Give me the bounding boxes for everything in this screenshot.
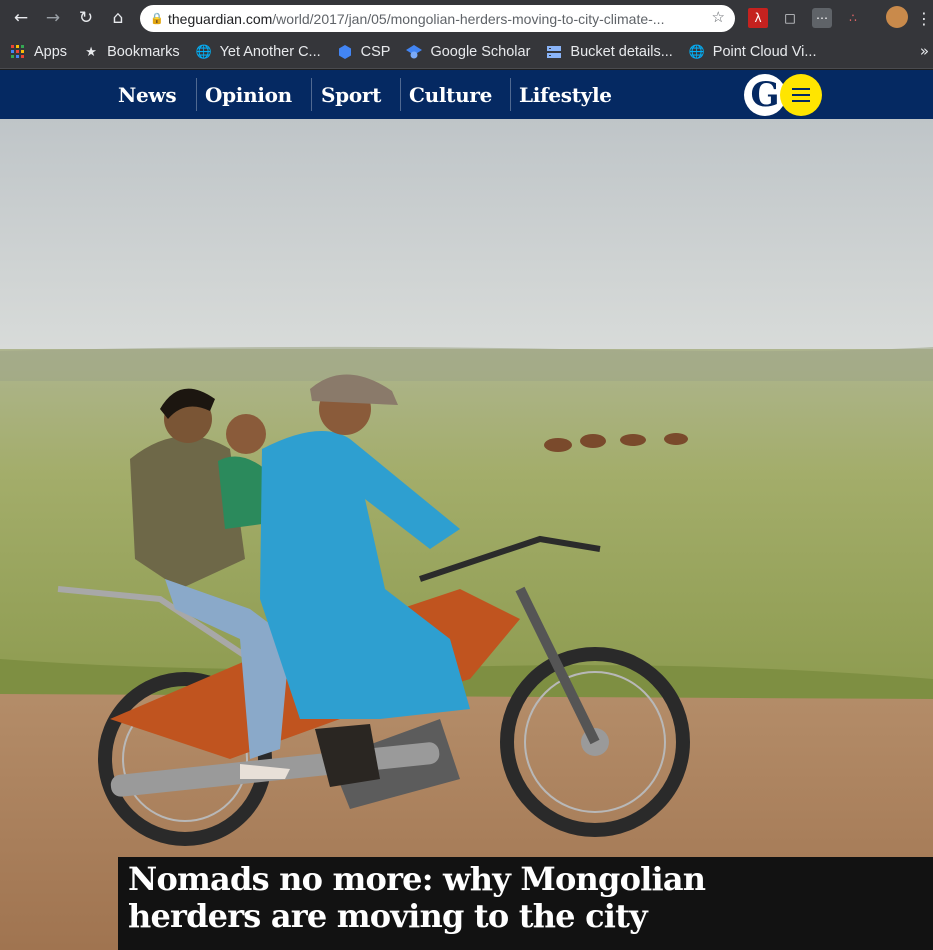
- nav-culture[interactable]: Culture: [409, 70, 492, 119]
- headline-box: Nomads no more: why Mongolian herders ar…: [118, 857, 933, 950]
- nav-sport[interactable]: Sport: [321, 70, 381, 119]
- hero-photo: [0, 119, 933, 950]
- globe-icon: 🌐: [195, 44, 212, 59]
- home-icon[interactable]: ⌂: [103, 3, 133, 33]
- nav-divider: [196, 78, 197, 111]
- reload-icon[interactable]: ↻: [71, 3, 101, 33]
- nav-lifestyle[interactable]: Lifestyle: [519, 70, 612, 119]
- bookmark-bucket-details[interactable]: Bucket details...: [546, 44, 673, 60]
- profile-avatar[interactable]: [886, 6, 908, 28]
- bookmark-label: Point Cloud Vi...: [712, 44, 817, 60]
- dots-extension-icon[interactable]: ⋯: [812, 8, 832, 28]
- browser-menu-icon[interactable]: ⋮: [914, 8, 933, 28]
- bookmark-point-cloud[interactable]: 🌐 Point Cloud Vi...: [689, 44, 817, 60]
- bookmark-label: Bucket details...: [570, 44, 673, 60]
- storage-icon: [546, 44, 562, 60]
- bookmark-label: Bookmarks: [107, 44, 180, 60]
- forward-arrow-icon[interactable]: →: [38, 3, 68, 33]
- chat-extension-icon[interactable]: □: [780, 8, 800, 28]
- browser-toolbar: ← → ↻ ⌂ 🔒 theguardian.com/world/2017/jan…: [0, 0, 933, 36]
- article-headline: Nomads no more: why Mongolian herders ar…: [128, 860, 706, 935]
- asana-extension-icon[interactable]: ∴: [843, 8, 863, 28]
- bookmarks-bar: Apps ★ Bookmarks 🌐 Yet Another C... CSP …: [0, 36, 933, 69]
- back-arrow-icon[interactable]: ←: [6, 3, 36, 33]
- nav-divider: [400, 78, 401, 111]
- bookmarks-overflow-icon[interactable]: »: [920, 42, 929, 60]
- bookmark-bookmarks[interactable]: ★ Bookmarks: [83, 44, 180, 60]
- hexagon-icon: [337, 44, 353, 60]
- url-text: theguardian.com/world/2017/jan/05/mongol…: [168, 10, 665, 27]
- hamburger-menu-icon[interactable]: [780, 74, 822, 116]
- nav-opinion[interactable]: Opinion: [205, 70, 292, 119]
- nav-divider: [510, 78, 511, 111]
- nav-news[interactable]: News: [118, 70, 177, 119]
- nav-divider: [311, 78, 312, 111]
- globe-icon: 🌐: [688, 44, 705, 59]
- scholar-cap-icon: [406, 44, 423, 60]
- bookmark-star-icon[interactable]: ☆: [712, 8, 725, 26]
- bookmark-label: CSP: [360, 44, 391, 60]
- address-bar[interactable]: 🔒 theguardian.com/world/2017/jan/05/mong…: [140, 5, 735, 32]
- star-icon: ★: [85, 44, 97, 59]
- bookmark-yet-another[interactable]: 🌐 Yet Another C...: [196, 44, 321, 60]
- bookmark-label: Yet Another C...: [219, 44, 321, 60]
- apps-grid-icon: [10, 44, 26, 60]
- bookmark-label: Apps: [34, 44, 68, 60]
- bookmark-label: Google Scholar: [430, 44, 531, 60]
- pdf-extension-icon[interactable]: λ: [748, 8, 768, 28]
- lock-icon: 🔒: [150, 12, 164, 25]
- bookmark-google-scholar[interactable]: Google Scholar: [406, 44, 530, 60]
- bookmark-apps[interactable]: Apps: [10, 44, 67, 60]
- bookmark-csp[interactable]: CSP: [337, 44, 391, 60]
